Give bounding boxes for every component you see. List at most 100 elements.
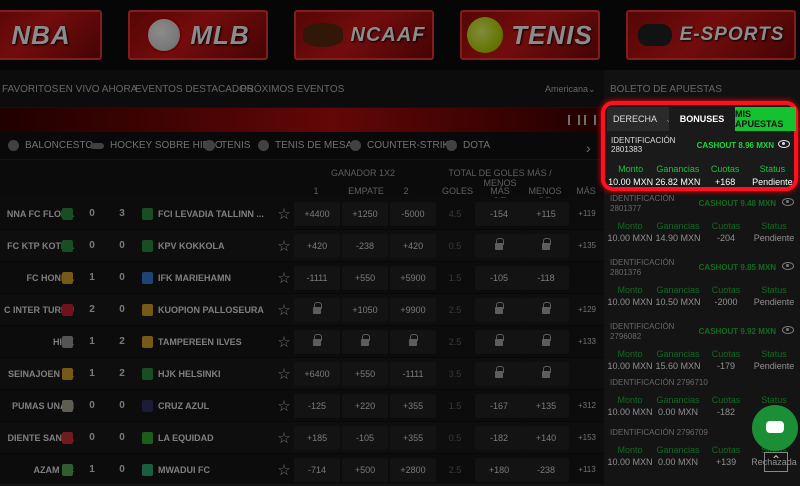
odds-under[interactable]: -238	[523, 458, 569, 482]
tab-mis-apuestas[interactable]: MIS APUESTAS	[735, 107, 796, 131]
odds-more[interactable]: +312	[572, 390, 602, 421]
odds-under[interactable]	[523, 234, 569, 258]
star-icon[interactable]: ☆	[276, 294, 292, 325]
odds-over[interactable]	[475, 298, 523, 322]
chevron-down-icon[interactable]: ⌄	[588, 84, 596, 95]
cashout-button[interactable]: CASHOUT 9.85 MXN	[699, 263, 776, 272]
odds-empate[interactable]: +220	[342, 394, 388, 418]
eye-icon[interactable]	[782, 198, 794, 206]
grid-view-icon[interactable]	[568, 115, 580, 125]
odds-under[interactable]	[523, 362, 569, 386]
nav-destacados[interactable]: EVENTOS DESTACADOS	[135, 84, 254, 95]
odds-2[interactable]: +355	[390, 426, 436, 450]
odds-over[interactable]: -105	[475, 266, 523, 290]
odds-more[interactable]: +129	[572, 294, 602, 325]
odds-empate[interactable]: +1050	[342, 298, 388, 322]
tab-dota[interactable]: DOTA	[446, 140, 490, 151]
home-score: 0	[89, 240, 95, 251]
odds-2[interactable]	[390, 330, 436, 354]
odds-1[interactable]: -1111	[294, 266, 340, 290]
tab-tenis-mesa[interactable]: TENIS DE MESA	[258, 140, 352, 151]
tab-counter-strike[interactable]: COUNTER-STRIKE	[350, 140, 456, 151]
odds-2[interactable]: +5900	[390, 266, 436, 290]
star-icon[interactable]: ☆	[276, 422, 292, 453]
odds-over[interactable]: +180	[475, 458, 523, 482]
sport-banner-ncaaf[interactable]: NCAAF	[294, 10, 434, 60]
tab-derecha[interactable]: DERECHA⌄	[607, 107, 673, 131]
sport-banner-nba[interactable]: NBA	[0, 10, 102, 60]
odds-over[interactable]	[475, 362, 523, 386]
nav-favoritos[interactable]: FAVORITOS	[2, 84, 58, 95]
odds-under[interactable]: +135	[523, 394, 569, 418]
eye-icon[interactable]	[782, 326, 794, 334]
odds-1[interactable]: +420	[294, 234, 340, 258]
tab-hockey[interactable]: HOCKEY SOBRE HIELO	[90, 140, 223, 151]
star-icon[interactable]: ☆	[276, 230, 292, 261]
odds-2[interactable]: +9900	[390, 298, 436, 322]
odds-2[interactable]: -5000	[390, 202, 436, 226]
list-view-icon[interactable]	[584, 115, 596, 125]
odds-1[interactable]: -125	[294, 394, 340, 418]
chat-button[interactable]	[752, 405, 798, 451]
sport-banner-esports[interactable]: E-SPORTS	[626, 10, 796, 60]
odds-more[interactable]: +135	[572, 230, 602, 261]
sport-banner-mlb[interactable]: MLB	[128, 10, 268, 60]
odds-2[interactable]: +355	[390, 394, 436, 418]
odds-under[interactable]: +115	[523, 202, 569, 226]
odds-over[interactable]: -167	[475, 394, 523, 418]
odds-1[interactable]: -714	[294, 458, 340, 482]
cashout-button[interactable]: CASHOUT 9.92 MXN	[699, 327, 776, 336]
nav-en-vivo[interactable]: EN VIVO AHORA	[59, 84, 137, 95]
odds-2[interactable]: +2800	[390, 458, 436, 482]
eye-icon[interactable]	[782, 262, 794, 270]
odds-1[interactable]: +4400	[294, 202, 340, 226]
home-score: 1	[89, 368, 95, 379]
odds-more[interactable]: +119	[572, 198, 602, 229]
star-icon[interactable]: ☆	[276, 358, 292, 389]
cashout-button[interactable]: CASHOUT 8.96 MXN	[697, 141, 774, 150]
odds-more[interactable]: +153	[572, 422, 602, 453]
odds-over[interactable]: -154	[475, 202, 523, 226]
chevron-right-icon[interactable]: ›	[586, 140, 591, 156]
status-value: Pendiente	[753, 233, 795, 243]
odds-under[interactable]: +140	[523, 426, 569, 450]
sport-banner-tenis[interactable]: TENIS	[460, 10, 600, 60]
col-cuotas: Cuotas	[711, 395, 741, 405]
nav-proximos[interactable]: PRÓXIMOS EVENTOS	[240, 84, 344, 95]
star-icon[interactable]: ☆	[276, 326, 292, 357]
odds-empate[interactable]: -105	[342, 426, 388, 450]
odds-2[interactable]: +420	[390, 234, 436, 258]
odds-over[interactable]: -182	[475, 426, 523, 450]
odds-empate[interactable]: -238	[342, 234, 388, 258]
odds-over[interactable]	[475, 330, 523, 354]
odds-1[interactable]: +185	[294, 426, 340, 450]
odds-under[interactable]: -118	[523, 266, 569, 290]
odds-1[interactable]: +6400	[294, 362, 340, 386]
cashout-button[interactable]: CASHOUT 9.48 MXN	[699, 199, 776, 208]
odds-2[interactable]: -1111	[390, 362, 436, 386]
lock-icon	[542, 301, 551, 314]
star-icon[interactable]: ☆	[276, 198, 292, 229]
odds-empate[interactable]	[342, 330, 388, 354]
table-row: NNA FC FLORA 0 3 FCI LEVADIA TALLINN ... ☆ +4…	[0, 198, 604, 230]
odds-empate[interactable]: +550	[342, 266, 388, 290]
scroll-top-button[interactable]: ⌃	[764, 452, 788, 472]
star-icon[interactable]: ☆	[276, 390, 292, 421]
tab-tenis[interactable]: TENIS	[204, 140, 250, 151]
odds-empate[interactable]: +550	[342, 362, 388, 386]
odds-over[interactable]	[475, 234, 523, 258]
odds-1[interactable]	[294, 298, 340, 322]
tab-baloncesto[interactable]: BALONCESTO	[8, 140, 93, 151]
odds-under[interactable]	[523, 330, 569, 354]
odds-under[interactable]	[523, 298, 569, 322]
odds-empate[interactable]: +500	[342, 458, 388, 482]
odds-empate[interactable]: +1250	[342, 202, 388, 226]
tab-bonuses[interactable]: BONUSES	[669, 107, 735, 131]
odds-1[interactable]	[294, 330, 340, 354]
odds-format-select[interactable]: Americana	[545, 84, 588, 94]
odds-more[interactable]: +113	[572, 454, 602, 485]
star-icon[interactable]: ☆	[276, 262, 292, 293]
eye-icon[interactable]	[778, 140, 790, 148]
star-icon[interactable]: ☆	[276, 454, 292, 485]
odds-more[interactable]: +133	[572, 326, 602, 357]
